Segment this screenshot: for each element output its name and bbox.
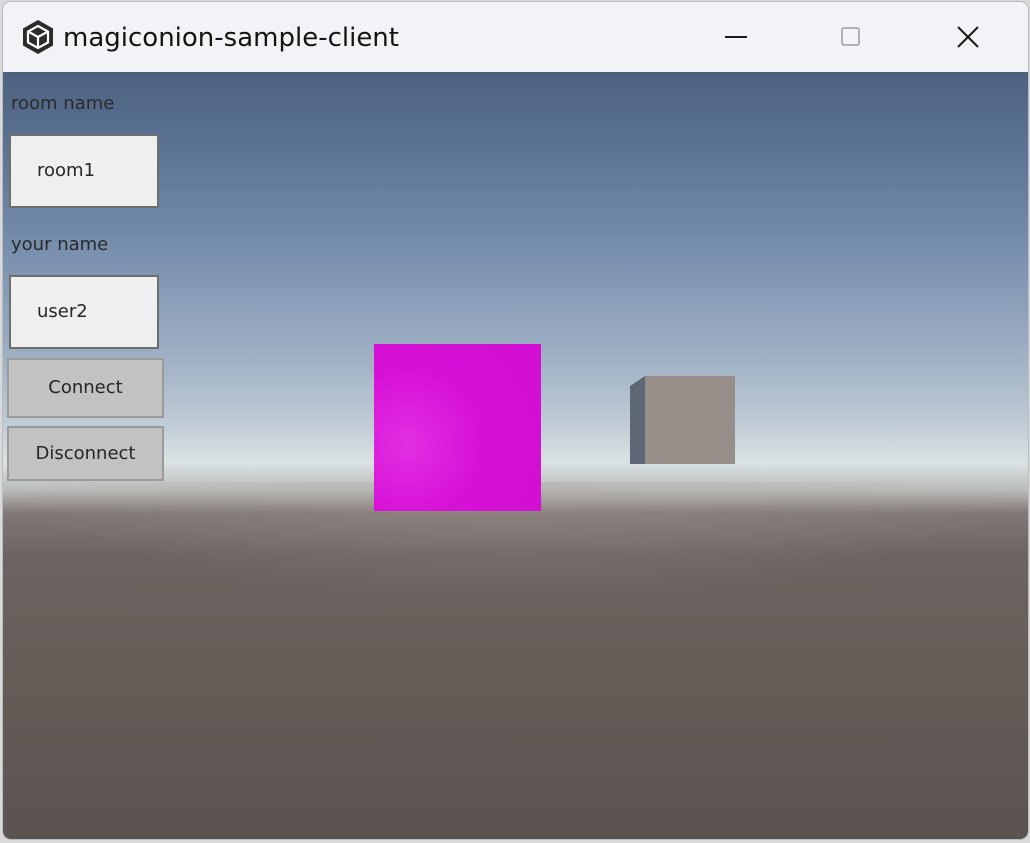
maximize-icon[interactable]: [828, 14, 874, 60]
close-icon[interactable]: [945, 14, 991, 60]
app-window: magiconion-sample-client room name room1…: [3, 2, 1028, 839]
disconnect-button[interactable]: Disconnect: [7, 426, 164, 481]
magenta-cube: [374, 344, 541, 511]
title-bar[interactable]: magiconion-sample-client: [3, 2, 1028, 72]
your-name-label: your name: [11, 234, 109, 255]
unity-logo-icon: [23, 20, 53, 54]
window-title: magiconion-sample-client: [63, 23, 399, 53]
minimize-icon[interactable]: [713, 14, 759, 60]
gray-cube: [630, 376, 735, 464]
connect-button[interactable]: Connect: [7, 358, 164, 418]
room-name-label: room name: [11, 93, 115, 114]
your-name-input[interactable]: user2: [9, 275, 159, 349]
room-name-input[interactable]: room1: [9, 134, 159, 208]
game-viewport[interactable]: room name room1 your name user2 Connect …: [3, 72, 1028, 839]
